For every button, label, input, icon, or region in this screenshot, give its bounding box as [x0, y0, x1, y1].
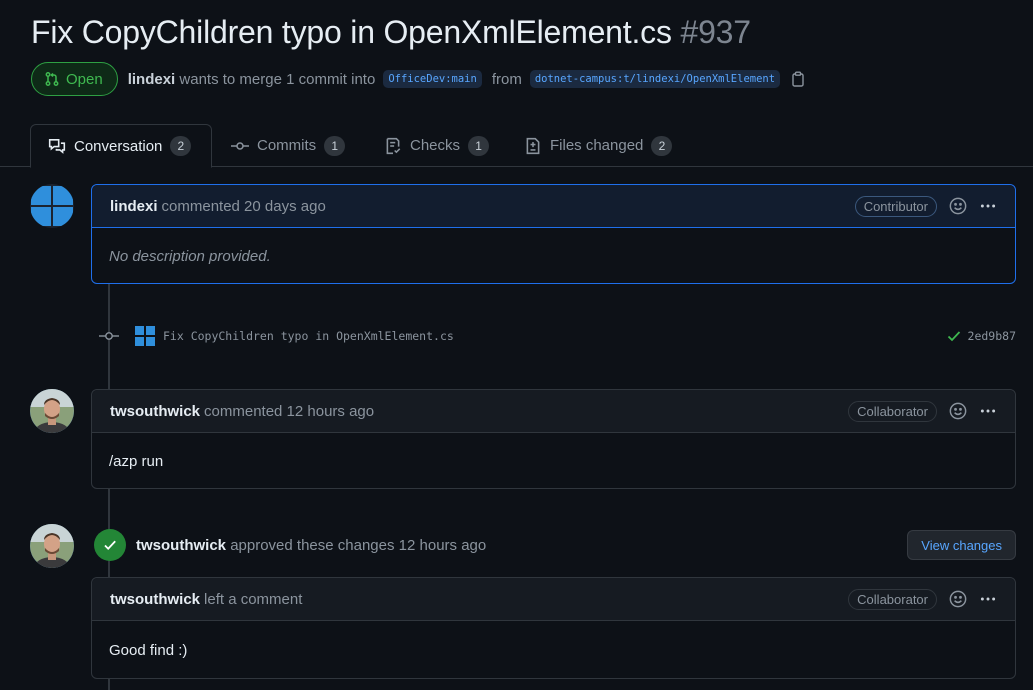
comment-card: lindexi commented 20 days ago Contributo… — [91, 184, 1016, 284]
pr-tabs: Conversation 2 Commits 1 Checks 1 Files … — [0, 124, 1033, 168]
comment-timestamp[interactable]: commented 20 days ago — [162, 198, 326, 215]
git-commit-icon — [99, 330, 119, 342]
comment-header: twsouthwick left a comment Collaborator — [92, 578, 1015, 621]
copy-icon[interactable] — [790, 71, 806, 87]
commit-message[interactable]: Fix CopyChildren typo in OpenXmlElement.… — [163, 329, 454, 343]
review-comment-card: twsouthwick left a comment Collaborator … — [91, 577, 1016, 679]
comment-action: left a comment — [204, 590, 303, 608]
comment-body: /azp run — [109, 452, 164, 470]
pr-number: #937 — [680, 14, 751, 50]
smiley-icon[interactable] — [949, 197, 967, 215]
state-label: Open — [66, 70, 103, 88]
tab-files-changed-label: Files changed — [550, 137, 644, 154]
git-commit-icon — [231, 138, 249, 154]
tab-checks-count: 1 — [468, 135, 490, 156]
role-badge: Contributor — [854, 195, 937, 217]
head-branch[interactable]: dotnet-campus:t/lindexi/OpenXmlElement — [529, 70, 781, 88]
commit-row: Fix CopyChildren typo in OpenXmlElement.… — [99, 325, 1016, 347]
view-changes-button[interactable]: View changes — [907, 530, 1016, 560]
approved-check-icon — [94, 529, 126, 561]
merge-text: wants to merge 1 commit into — [179, 70, 376, 88]
tab-commits-label: Commits — [257, 137, 317, 154]
from-text: from — [491, 70, 522, 88]
tab-conversation-count: 2 — [170, 136, 192, 156]
git-pull-request-icon — [44, 71, 60, 87]
pr-title: Fix CopyChildren typo in OpenXmlElement.… — [31, 14, 751, 51]
comment-author[interactable]: twsouthwick — [110, 403, 200, 420]
kebab-horizontal-icon[interactable] — [979, 402, 997, 420]
comment-author[interactable]: lindexi — [110, 198, 158, 215]
comment-body: No description provided. — [109, 247, 271, 265]
avatar[interactable] — [30, 524, 74, 568]
comment-header: twsouthwick commented 12 hours ago Colla… — [92, 390, 1015, 433]
kebab-horizontal-icon[interactable] — [979, 197, 997, 215]
file-diff-icon — [524, 137, 542, 155]
tab-files-changed[interactable]: Files changed 2 — [524, 124, 673, 167]
commit-sha[interactable]: 2ed9b87 — [968, 329, 1016, 343]
tab-files-changed-count: 2 — [651, 135, 673, 156]
base-branch[interactable]: OfficeDev:main — [383, 70, 482, 88]
pr-meta: Open lindexi wants to merge 1 commit int… — [31, 62, 806, 96]
tab-commits-count: 1 — [324, 135, 346, 156]
comment-header: lindexi commented 20 days ago Contributo… — [92, 185, 1015, 228]
role-badge: Collaborator — [848, 588, 937, 610]
avatar[interactable] — [30, 184, 74, 228]
tab-conversation[interactable]: Conversation 2 — [30, 124, 212, 168]
tab-checks[interactable]: Checks 1 — [384, 124, 490, 167]
tab-conversation-label: Conversation — [74, 137, 163, 155]
merge-summary: lindexi wants to merge 1 commit into — [128, 71, 376, 88]
role-badge: Collaborator — [848, 400, 937, 422]
review-approval-row: twsouthwick approved these changes 12 ho… — [94, 527, 1016, 563]
windows-avatar-icon[interactable] — [135, 326, 155, 346]
smiley-icon[interactable] — [949, 402, 967, 420]
pr-title-text: Fix CopyChildren typo in OpenXmlElement.… — [31, 14, 672, 50]
review-author[interactable]: twsouthwick — [136, 537, 226, 554]
comment-card: twsouthwick commented 12 hours ago Colla… — [91, 389, 1016, 489]
checklist-icon — [384, 137, 402, 155]
comment-discussion-icon — [48, 137, 66, 155]
review-summary: twsouthwick approved these changes 12 ho… — [136, 537, 486, 554]
tab-commits[interactable]: Commits 1 — [231, 124, 346, 167]
comment-author[interactable]: twsouthwick — [110, 591, 200, 608]
check-icon[interactable] — [946, 328, 962, 344]
comment-body: Good find :) — [109, 641, 188, 659]
smiley-icon[interactable] — [949, 590, 967, 608]
kebab-horizontal-icon[interactable] — [979, 590, 997, 608]
author-link[interactable]: lindexi — [128, 71, 176, 88]
review-action: approved these changes — [230, 536, 395, 554]
tab-checks-label: Checks — [410, 137, 461, 154]
comment-timestamp[interactable]: commented 12 hours ago — [204, 403, 374, 420]
state-badge: Open — [31, 62, 118, 96]
avatar[interactable] — [30, 389, 74, 433]
review-time[interactable]: 12 hours ago — [399, 537, 487, 554]
